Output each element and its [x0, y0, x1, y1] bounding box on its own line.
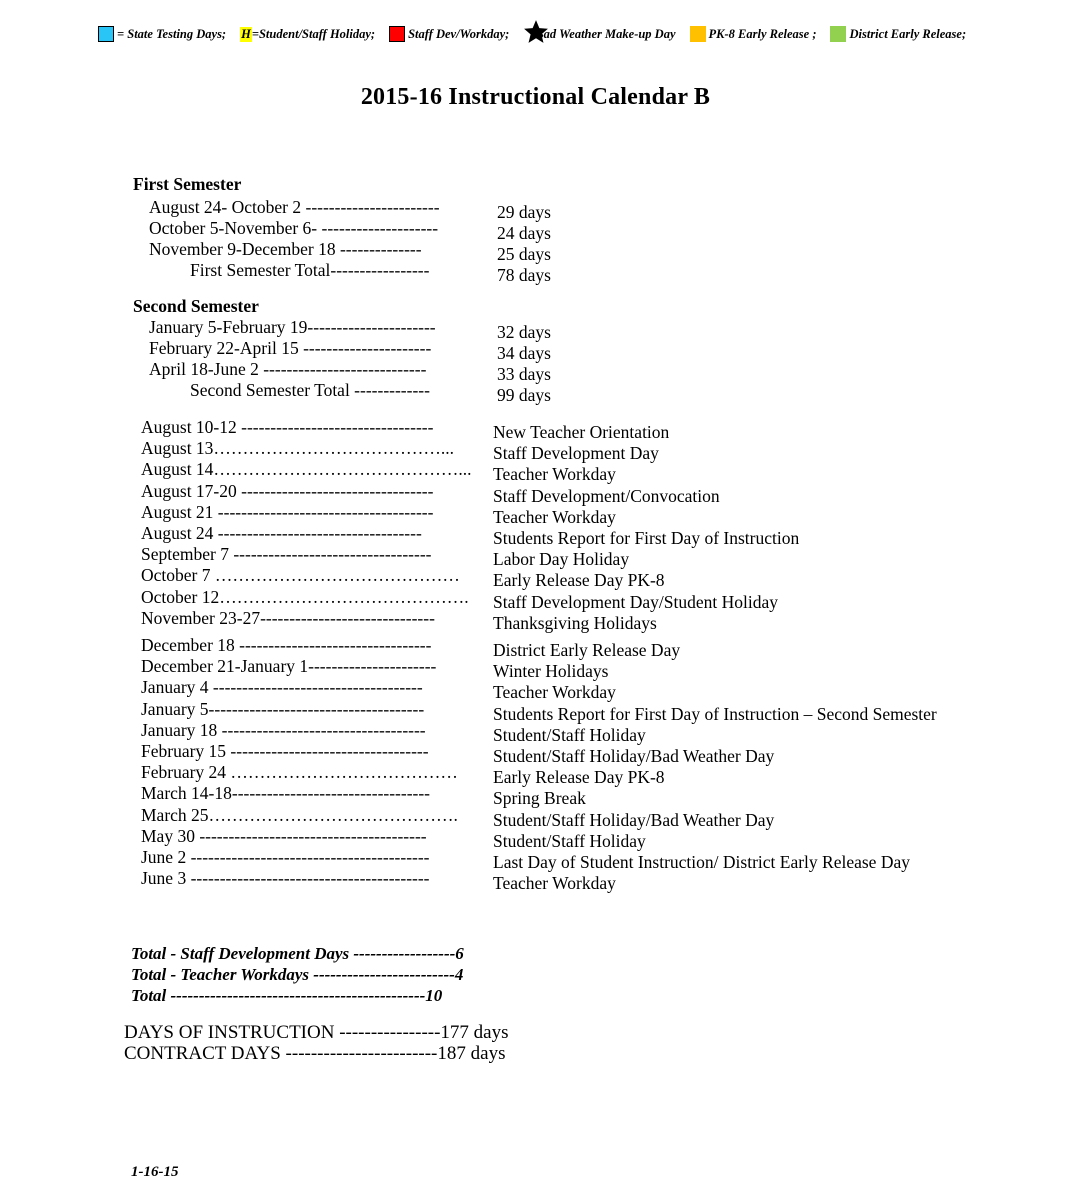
semester-row-label: November 9-December 18 -------------- — [149, 239, 422, 259]
summary-row: DAYS OF INSTRUCTION ----------------177 … — [124, 1022, 509, 1043]
totals-row: Total - Staff Development Days ---------… — [131, 944, 464, 963]
event-description: Teacher Workday — [493, 873, 616, 894]
section-heading-first-semester: First Semester — [133, 174, 242, 194]
legend-item-bad-weather: Bad Weather Make-up Day — [523, 19, 689, 49]
legend-item-label: =Student/Staff Holiday; — [251, 26, 376, 41]
event-date: February 15 ----------------------------… — [141, 741, 429, 761]
semester-row: First Semester Total----------------- 78 … — [190, 260, 551, 286]
event-date: October 12……………………………………. — [141, 586, 469, 607]
event-description: Thanksgiving Holidays — [493, 612, 657, 633]
summary-row: CONTRACT DAYS ------------------------18… — [124, 1043, 506, 1064]
event-date: November 23-27--------------------------… — [141, 607, 435, 628]
legend-item-state-testing: = State Testing Days; — [98, 26, 240, 42]
event-date: August 13…………………………………... — [141, 438, 455, 459]
legend-item-label: District Early Release; — [849, 26, 967, 41]
semester-row-label: August 24- October 2 -------------------… — [149, 197, 440, 217]
event-row: November 23-27--------------------------… — [141, 608, 657, 634]
legend-item-district-early-release: District Early Release; — [830, 26, 966, 42]
event-date: January 4 ------------------------------… — [141, 677, 423, 698]
event-date: March 14-18-----------------------------… — [141, 783, 431, 804]
legend-item-label: Bad Weather Make-up Day — [535, 26, 676, 41]
legend-bar: = State Testing Days; H =Student/Staff H… — [98, 19, 988, 49]
event-date: August 24 ------------------------------… — [141, 523, 422, 543]
green-swatch — [830, 26, 847, 42]
event-row: June 3 ---------------------------------… — [141, 868, 616, 894]
event-date: January 5-------------------------------… — [141, 698, 425, 719]
event-date: September 7 ----------------------------… — [141, 544, 432, 565]
event-date: December 18 ----------------------------… — [141, 635, 432, 655]
semester-row-label: January 5-February 19-------------------… — [149, 317, 436, 337]
event-date: January 18 -----------------------------… — [141, 719, 426, 740]
event-date: March 25……………………………………. — [141, 804, 458, 825]
semester-row-label: First Semester Total----------------- — [190, 260, 430, 280]
semester-row: Second Semester Total ------------- 99 da… — [190, 380, 551, 406]
event-date: October 7 …………………………………… — [141, 565, 460, 586]
event-date: August 10-12 ---------------------------… — [141, 417, 434, 437]
event-date: August 14……………………………………... — [141, 459, 472, 480]
legend-item-label: = State Testing Days; — [117, 26, 227, 41]
cyan-swatch — [98, 26, 114, 42]
semester-row-days: 78 days — [497, 265, 551, 285]
event-date: December 21-January 1-------------------… — [141, 656, 437, 677]
orange-swatch — [689, 26, 706, 42]
semester-row-label: April 18-June 2 ------------------------… — [149, 359, 427, 379]
star-icon — [523, 19, 549, 49]
semester-row-label: Second Semester Total ------------- — [190, 380, 430, 400]
totals-row: Total ----------------------------------… — [131, 986, 443, 1005]
red-swatch — [389, 26, 406, 42]
legend-item-student-staff-holiday: H =Student/Staff Holiday; — [240, 26, 389, 42]
page-title: 2015-16 Instructional Calendar B — [360, 84, 711, 110]
event-date: February 24 ………………………………… — [141, 762, 458, 783]
event-date: August 21 ------------------------------… — [141, 501, 434, 522]
totals-row: Total - Teacher Workdays ---------------… — [131, 965, 464, 984]
h-highlight: H — [240, 26, 252, 42]
legend-item-label: Staff Dev/Workday; — [408, 26, 510, 41]
semester-row-label: February 22-April 15 -------------------… — [149, 338, 432, 358]
legend-item-staff-dev-workday: Staff Dev/Workday; — [389, 26, 523, 42]
legend-item-label: PK-8 Early Release ; — [708, 26, 817, 41]
event-date: June 3 ---------------------------------… — [141, 868, 430, 889]
semester-row-days: 99 days — [497, 385, 551, 405]
semester-row-label: October 5-November 6- ------------------… — [149, 218, 439, 238]
event-date: August 17-20 ---------------------------… — [141, 480, 434, 501]
event-date: June 2 ---------------------------------… — [141, 847, 430, 867]
section-heading-second-semester: Second Semester — [133, 296, 259, 316]
revision-date: 1-16-15 — [131, 1164, 179, 1180]
legend-item-pk8-early-release: PK-8 Early Release ; — [689, 26, 831, 42]
event-date: May 30 ---------------------------------… — [141, 825, 427, 846]
